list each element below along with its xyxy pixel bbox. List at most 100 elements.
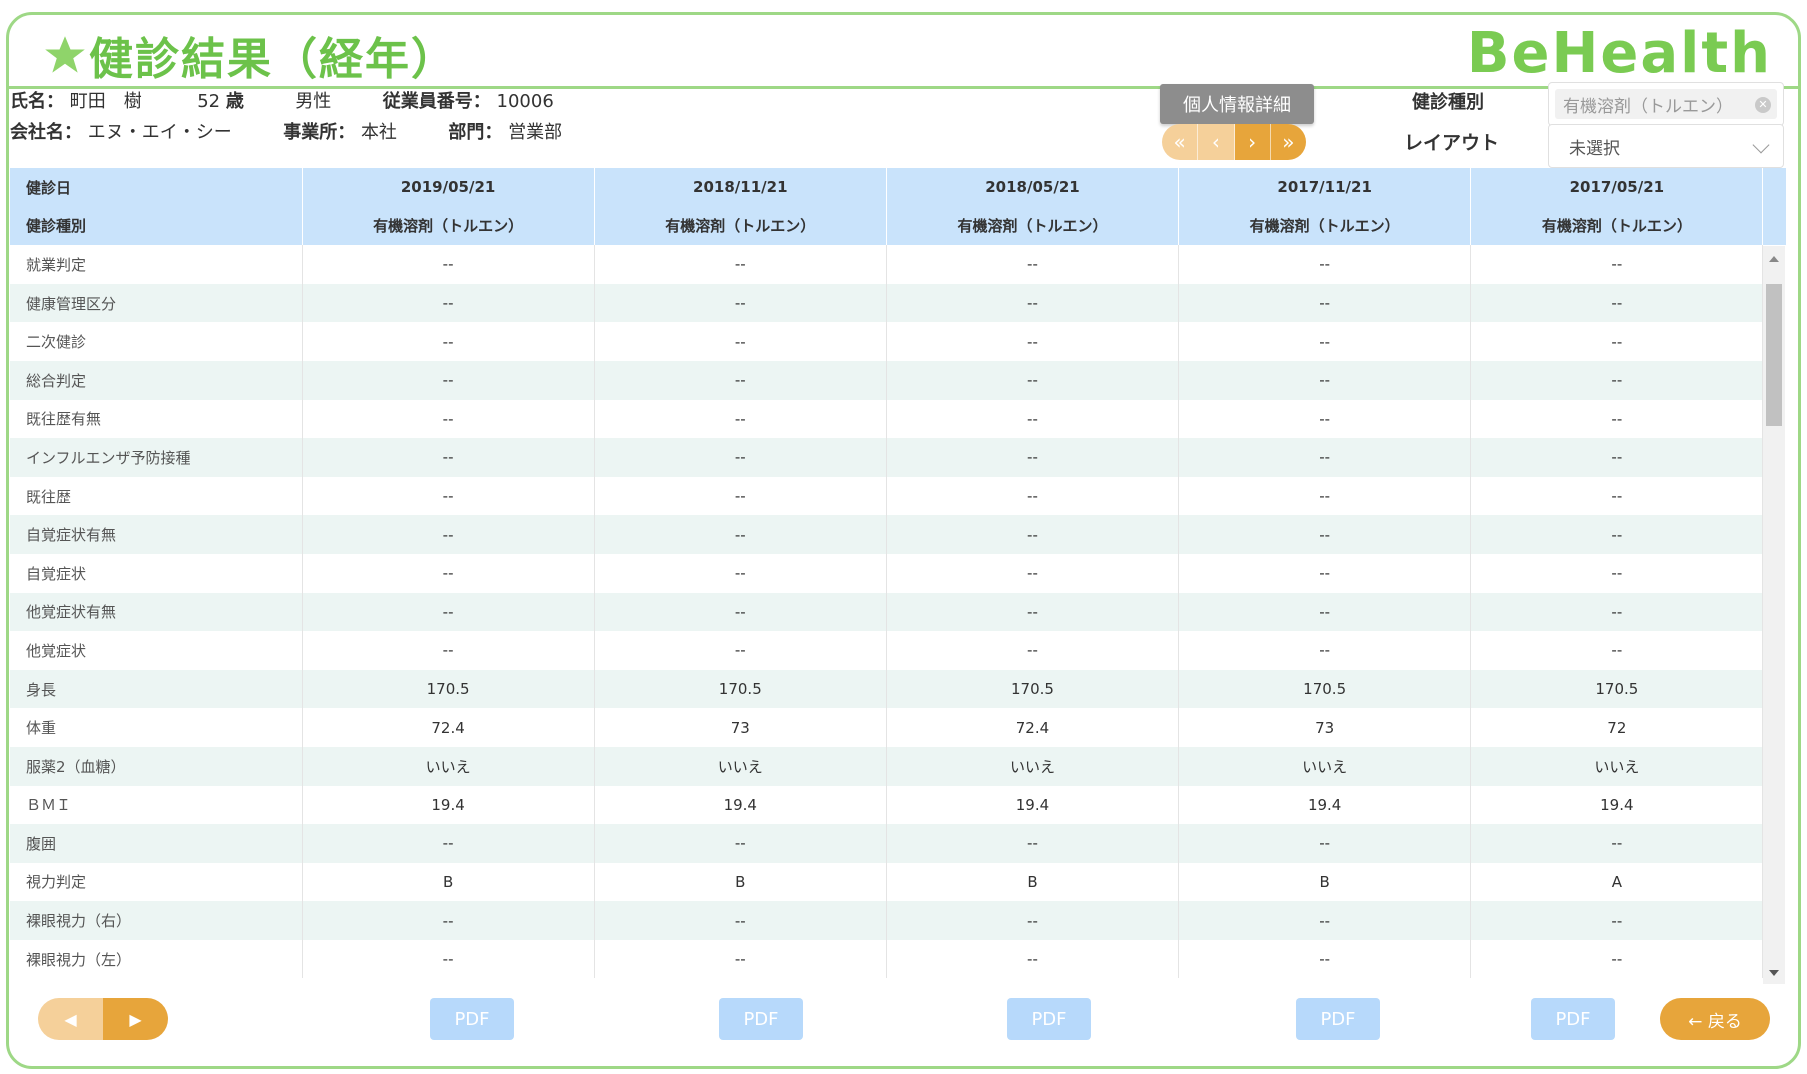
row-label: ＢＭＩ [10, 785, 303, 825]
last-page-button[interactable]: » [1270, 124, 1306, 160]
row-label: 他覚症状 [10, 631, 303, 670]
table-cell: -- [1470, 322, 1764, 361]
kind-header: 有機溶剤（トルエン） [594, 206, 887, 246]
table-row: 既往歴有無 -- -- -- -- -- [10, 399, 1764, 439]
table-cell: -- [594, 438, 887, 477]
pdf-button[interactable]: PDF [1007, 998, 1091, 1040]
clear-icon[interactable]: ✕ [1755, 97, 1771, 113]
table-cell: 170.5 [594, 669, 887, 709]
table-cell: -- [886, 824, 1180, 863]
table-cell: -- [1178, 245, 1472, 284]
results-table-container: 健診日 2019/05/21 2018/11/21 2018/05/21 201… [10, 168, 1786, 984]
table-row: 服薬2（血糖） いいえ いいえ いいえ いいえ いいえ [10, 746, 1764, 786]
row-label: 就業判定 [10, 245, 303, 284]
table-cell: -- [1178, 553, 1472, 593]
table-cell: 19.4 [302, 785, 595, 825]
scroll-down-icon[interactable] [1769, 970, 1779, 976]
table-cell: A [1470, 862, 1764, 902]
row-label: 自覚症状 [10, 553, 303, 593]
pdf-button[interactable]: PDF [1531, 998, 1615, 1040]
table-cell: -- [594, 283, 887, 323]
row-label: 裸眼視力（左） [10, 939, 303, 979]
employee-info-line-2: 会社名： エヌ・エイ・シー 事業所： 本社 部門： 営業部 [10, 118, 562, 144]
table-cell: -- [886, 939, 1180, 979]
date-header-label: 健診日 [10, 168, 303, 207]
page-title: 健診結果（経年） [89, 34, 457, 85]
bottom-prev-button[interactable]: ◀ [38, 998, 103, 1040]
table-cell: B [302, 862, 595, 902]
dept-label: 部門： [448, 122, 503, 143]
dept-name: 営業部 [508, 122, 563, 143]
table-cell: 72.4 [302, 708, 595, 747]
table-cell: -- [1178, 476, 1472, 516]
table-cell: -- [1178, 901, 1472, 940]
table-row: 健康管理区分 -- -- -- -- -- [10, 283, 1764, 323]
table-cell: -- [302, 399, 595, 439]
row-label: インフルエンザ予防接種 [10, 438, 303, 477]
table-cell: 73 [1178, 708, 1472, 747]
scroll-up-icon[interactable] [1769, 256, 1779, 262]
table-cell: -- [886, 631, 1180, 670]
table-cell: -- [1178, 360, 1472, 400]
pdf-button[interactable]: PDF [430, 998, 514, 1040]
column-pager: « ‹ › » [1162, 124, 1306, 160]
table-cell: 170.5 [302, 669, 595, 709]
personal-detail-button[interactable]: 個人情報詳細 [1160, 84, 1314, 124]
pdf-button[interactable]: PDF [1296, 998, 1380, 1040]
layout-select[interactable]: 未選択 [1548, 124, 1784, 168]
exam-kind-value: 有機溶剤（トルエン） [1563, 96, 1733, 117]
date-header: 2019/05/21 [302, 168, 595, 207]
table-cell: -- [886, 283, 1180, 323]
table-cell: -- [1178, 399, 1472, 439]
table-cell: -- [1470, 360, 1764, 400]
prev-page-button[interactable]: ‹ [1198, 124, 1235, 160]
row-label: 裸眼視力（右） [10, 901, 303, 940]
table-cell: -- [1470, 438, 1764, 477]
table-cell: -- [1470, 515, 1764, 554]
table-row: 自覚症状 -- -- -- -- -- [10, 553, 1764, 593]
table-cell: -- [1470, 592, 1764, 632]
row-label: 二次健診 [10, 322, 303, 361]
table-cell: -- [594, 515, 887, 554]
table-row: ＢＭＩ 19.4 19.4 19.4 19.4 19.4 [10, 785, 1764, 825]
table-cell: 19.4 [594, 785, 887, 825]
first-page-button[interactable]: « [1162, 124, 1199, 160]
table-cell: -- [886, 592, 1180, 632]
table-cell: -- [1470, 901, 1764, 940]
table-cell: -- [302, 245, 595, 284]
pdf-button[interactable]: PDF [719, 998, 803, 1040]
table-cell: -- [1178, 939, 1472, 979]
company-label: 会社名： [10, 122, 82, 143]
table-cell: -- [1178, 592, 1472, 632]
table-cell: -- [594, 360, 887, 400]
table-cell: -- [302, 515, 595, 554]
table-cell: -- [886, 245, 1180, 284]
header-filler [1763, 168, 1786, 245]
next-page-button[interactable]: › [1234, 124, 1271, 160]
row-label: 腹囲 [10, 824, 303, 863]
table-cell: -- [886, 438, 1180, 477]
exam-kind-select[interactable]: 有機溶剤（トルエン） ✕ [1548, 82, 1784, 126]
table-cell: いいえ [594, 746, 887, 786]
vertical-scrollbar[interactable] [1763, 246, 1785, 984]
table-cell: -- [302, 438, 595, 477]
table-cell: -- [594, 553, 887, 593]
row-label: 健康管理区分 [10, 283, 303, 323]
table-cell: -- [1470, 283, 1764, 323]
table-cell: -- [594, 592, 887, 632]
scrollbar-thumb[interactable] [1766, 284, 1782, 426]
table-cell: -- [302, 322, 595, 361]
kind-header: 有機溶剤（トルエン） [302, 206, 595, 246]
table-cell: B [594, 862, 887, 902]
table-cell: B [1178, 862, 1472, 902]
office-name: 本社 [360, 122, 397, 143]
employee-info-line-1: 氏名： 町田 樹 52 歳 男性 従業員番号： 10006 [10, 87, 554, 113]
chevron-down-icon [1752, 136, 1770, 154]
table-row: 二次健診 -- -- -- -- -- [10, 322, 1764, 361]
employee-gender: 男性 [295, 91, 332, 112]
table-cell: -- [1178, 631, 1472, 670]
back-button[interactable]: ← 戻る [1660, 998, 1770, 1040]
bottom-next-button[interactable]: ▶ [103, 998, 168, 1040]
table-cell: 72.4 [886, 708, 1180, 747]
table-cell: 170.5 [886, 669, 1180, 709]
